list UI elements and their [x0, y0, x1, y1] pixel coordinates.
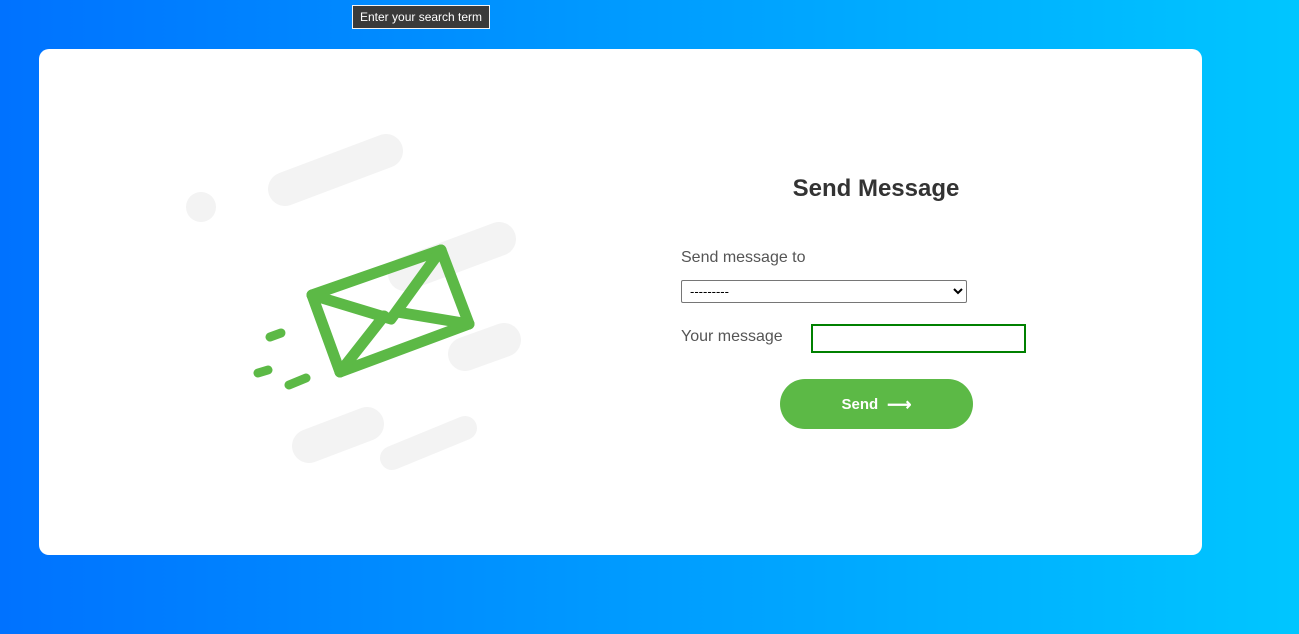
- recipient-select[interactable]: ---------: [681, 280, 967, 303]
- motion-dashes: [253, 328, 311, 390]
- page-title: Send Message: [792, 175, 960, 202]
- send-button[interactable]: Send ⟶: [780, 379, 973, 429]
- envelope-icon: [306, 244, 475, 378]
- message-input[interactable]: [811, 324, 1026, 353]
- send-button-label: Send: [841, 395, 879, 413]
- message-form: Send Message Send message to --------- Y…: [681, 49, 1141, 555]
- arrow-right-icon: ⟶: [887, 394, 912, 414]
- message-label: Your message: [681, 328, 783, 345]
- send-message-card: Send Message Send message to --------- Y…: [39, 49, 1202, 555]
- send-to-label: Send message to: [681, 249, 806, 266]
- search-tooltip: Enter your search term: [352, 5, 491, 29]
- envelope-illustration: [186, 134, 521, 470]
